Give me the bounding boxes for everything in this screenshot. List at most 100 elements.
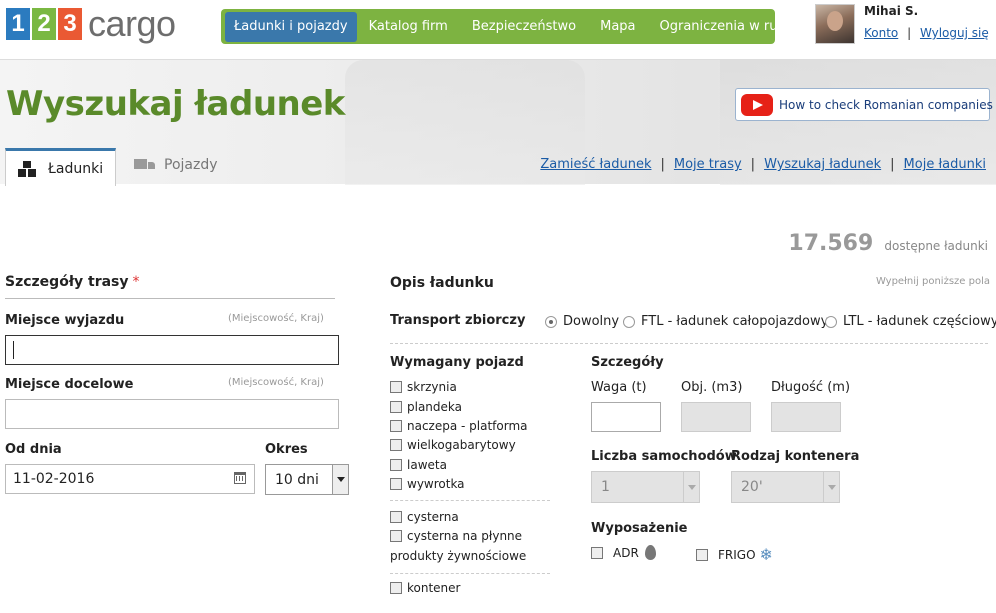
calendar-icon[interactable] <box>234 472 246 484</box>
logo-digit-1: 1 <box>6 8 30 40</box>
nav-security[interactable]: Bezpieczeństwo <box>460 12 588 42</box>
link-search-load[interactable]: Wyszukaj ładunek <box>764 157 881 172</box>
required-mark: * <box>132 274 140 290</box>
user-links: Konto | Wyloguj się <box>864 26 989 40</box>
tab-loads-label: Ładunki <box>48 160 104 177</box>
divider <box>390 500 550 501</box>
checkbox-vehicle[interactable]: wielkogabarytowy <box>390 438 516 452</box>
adr-label: ADR <box>613 545 639 560</box>
radio-button[interactable] <box>623 315 635 328</box>
weight-input[interactable] <box>591 402 661 432</box>
checkbox-frigo[interactable]: FRIGO ❄ <box>696 545 773 564</box>
boxes-icon <box>18 160 38 177</box>
checkbox-label: cysterna <box>407 510 459 524</box>
nav-loads-vehicles[interactable]: Ładunki i pojazdy <box>225 11 357 42</box>
checkbox[interactable] <box>390 439 402 451</box>
length-input[interactable] <box>771 402 841 432</box>
logout-link[interactable]: Wyloguj się <box>920 26 989 40</box>
page: 1 2 3 cargo Ładunki i pojazdy Katalog fi… <box>0 0 996 613</box>
trucks-value: 1 <box>601 479 610 495</box>
date-value: 11-02-2016 <box>13 471 95 487</box>
counter-value: 17.569 <box>788 231 874 256</box>
link-my-routes[interactable]: Moje trasy <box>674 157 742 172</box>
link-post-load[interactable]: Zamieść ładunek <box>540 157 651 172</box>
radio-ftl-label: FTL - ładunek całopojazdowy <box>641 314 829 329</box>
quick-links: Zamieść ładunek | Moje trasy | Wyszukaj ładu… <box>540 157 986 172</box>
tab-loads[interactable]: Ładunki <box>5 148 116 186</box>
checkbox-adr[interactable]: ADR <box>591 545 656 560</box>
checkbox[interactable] <box>390 582 402 594</box>
checkbox-label: cysterna na płynne <box>407 529 523 543</box>
divider <box>5 298 335 299</box>
promo-label: How to check Romanian companies <box>779 97 993 112</box>
radio-ftl[interactable]: FTL - ładunek całopojazdowy <box>623 314 828 329</box>
cargo-heading: Opis ładunku <box>390 275 494 291</box>
checkbox-vehicle[interactable]: laweta <box>390 458 447 472</box>
period-label: Okres <box>265 442 308 457</box>
checkbox-vehicle[interactable]: cysterna <box>390 510 459 524</box>
checkbox[interactable] <box>390 420 402 432</box>
checkbox-vehicle[interactable]: wywrotka <box>390 477 465 491</box>
checkbox[interactable] <box>390 401 402 413</box>
container-select[interactable]: 20' <box>731 471 840 503</box>
user-name: Mihai S. <box>864 4 919 18</box>
logo-digit-2: 2 <box>32 8 56 40</box>
weight-label: Waga (t) <box>591 380 647 395</box>
link-separator: | <box>660 157 665 172</box>
account-link[interactable]: Konto <box>864 26 898 40</box>
page-title: Wyszukaj ładunek <box>6 84 345 124</box>
nav-traffic-restrictions[interactable]: Ograniczenia w ruchu <box>648 12 814 42</box>
date-input[interactable]: 11-02-2016 <box>5 464 255 494</box>
checkbox[interactable] <box>696 548 708 561</box>
radio-ltl[interactable]: LTL - ładunek częściowy <box>825 314 996 329</box>
checkbox-vehicle[interactable]: skrzynia <box>390 380 457 394</box>
avatar[interactable] <box>815 4 855 44</box>
link-separator: | <box>890 157 895 172</box>
logo[interactable]: 1 2 3 cargo <box>6 3 176 44</box>
checkbox-label: naczepa - platforma <box>407 419 528 433</box>
departure-input[interactable] <box>5 335 339 365</box>
radio-any[interactable]: Dowolny <box>545 314 619 329</box>
snowflake-icon: ❄ <box>759 545 773 564</box>
nav-map[interactable]: Mapa <box>588 12 647 42</box>
link-separator: | <box>750 157 756 172</box>
main-nav: Ładunki i pojazdy Katalog firm Bezpiecze… <box>221 9 801 44</box>
period-value: 10 dni <box>275 471 319 488</box>
period-select[interactable]: 10 dni <box>265 464 349 495</box>
checkbox[interactable] <box>390 459 402 471</box>
length-label: Długość (m) <box>771 380 851 395</box>
checkbox-vehicle[interactable]: naczepa - platforma <box>390 419 528 433</box>
destination-hint: (Miejscowość, Kraj) <box>228 377 324 388</box>
cargo-hint: Wypełnij poniższe pola <box>875 276 990 287</box>
radio-button[interactable] <box>825 315 837 328</box>
checkbox[interactable] <box>390 511 402 523</box>
destination-input[interactable] <box>5 399 339 429</box>
promo-video-button[interactable]: How to check Romanian companies <box>735 88 993 121</box>
departure-hint: (Miejscowość, Kraj) <box>228 313 324 324</box>
link-my-loads[interactable]: Moje ładunki <box>904 157 986 172</box>
radio-any-label: Dowolny <box>563 314 620 329</box>
checkbox-label-continuation: produkty żywnościowe <box>390 549 527 563</box>
checkbox[interactable] <box>390 530 402 542</box>
checkbox[interactable] <box>591 546 603 559</box>
checkbox-vehicle[interactable]: plandeka <box>390 400 462 414</box>
container-label: Rodzaj kontenera <box>731 449 860 464</box>
destination-label: Miejsce docelowe <box>5 377 134 392</box>
tab-vehicles[interactable]: Pojazdy <box>134 146 218 184</box>
nav-company-catalog[interactable]: Katalog firm <box>357 12 460 42</box>
flame-icon <box>644 545 656 560</box>
logo-word: cargo <box>88 3 176 44</box>
checkbox-vehicle[interactable]: cysterna na płynne <box>390 529 522 543</box>
volume-label: Obj. (m3) <box>681 380 743 395</box>
divider <box>390 343 988 344</box>
route-heading: Szczegóły trasy * <box>5 274 140 290</box>
transport-label: Transport zbiorczy <box>390 313 526 328</box>
checkbox-label: wielkogabarytowy <box>407 438 516 452</box>
volume-input[interactable] <box>681 402 751 432</box>
checkbox[interactable] <box>390 381 402 393</box>
checkbox[interactable] <box>390 478 402 490</box>
checkbox-vehicle[interactable]: kontener <box>390 581 460 595</box>
trucks-select[interactable]: 1 <box>591 471 700 503</box>
radio-button[interactable] <box>545 315 557 328</box>
checkbox-label: skrzynia <box>407 380 457 394</box>
